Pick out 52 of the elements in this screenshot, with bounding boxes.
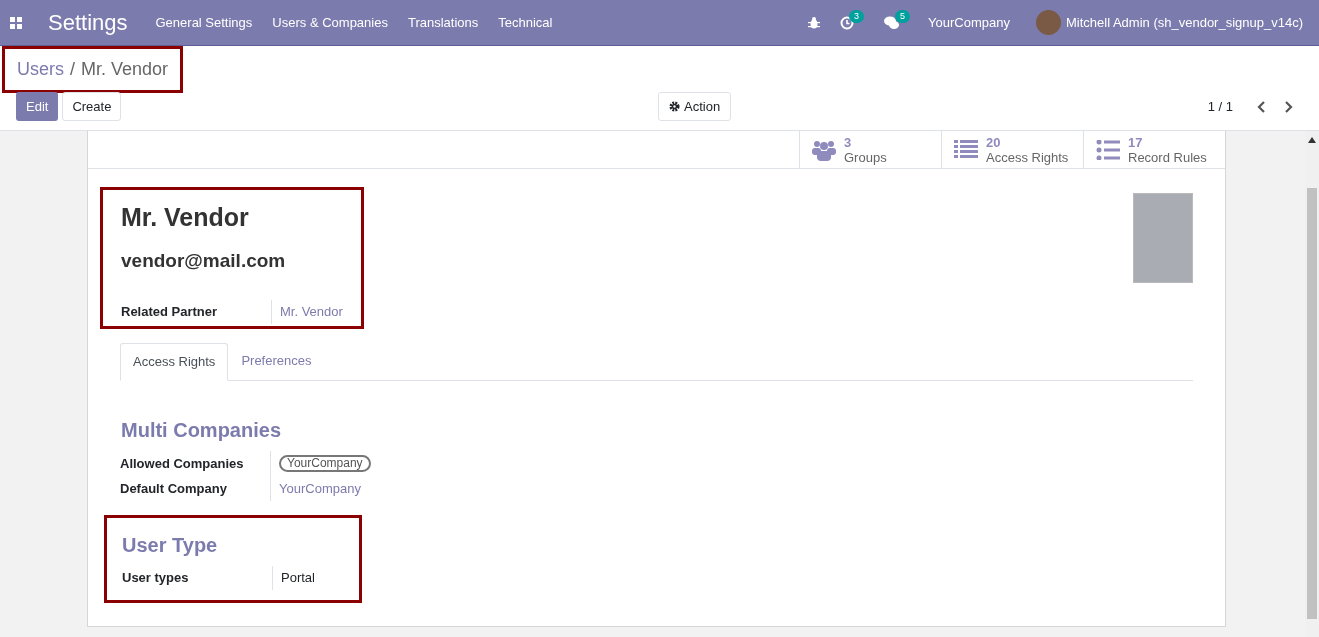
tab[interactable]: Access Rights: [120, 343, 229, 381]
breadcrumb-current: Mr. Vendor: [81, 58, 169, 81]
field-label: Allowed Companies: [120, 454, 245, 473]
edit-button[interactable]: Edit: [16, 92, 59, 121]
apps-menu-icon[interactable]: [10, 16, 22, 29]
smart-button-label: Access Rights: [986, 149, 1069, 165]
smart-button[interactable]: 17 Record Rules: [1083, 131, 1225, 168]
chat-icon[interactable]: [884, 15, 901, 30]
smart-button-label: Groups: [844, 149, 887, 165]
user-name: Mr. Vendor: [121, 202, 250, 233]
breadcrumb-separator: /: [70, 58, 76, 81]
field-label: Related Partner: [121, 303, 219, 322]
scrollbar-thumb[interactable]: [1307, 188, 1317, 619]
related-partner-link[interactable]: Mr. Vendor: [271, 300, 343, 324]
menu-item[interactable]: Technical: [488, 12, 563, 33]
company-tag[interactable]: YourCompany: [279, 454, 371, 472]
message-count-badge: 5: [895, 9, 911, 23]
activity-count-badge: 3: [849, 9, 865, 23]
section-title: User Type: [122, 532, 219, 558]
default-company-link[interactable]: YourCompany: [279, 475, 371, 501]
user-email: vendor@mail.com: [121, 248, 287, 273]
action-button[interactable]: Action: [658, 92, 732, 121]
avatar: [1036, 10, 1061, 35]
field-label: Default Company: [120, 479, 228, 498]
company-switcher[interactable]: YourCompany: [928, 12, 1010, 33]
menu-item[interactable]: Users & Companies: [262, 12, 398, 33]
field-label: User types: [122, 568, 190, 587]
smart-button-count: 3: [844, 134, 853, 150]
list-icon: [954, 139, 978, 160]
pager-value: 1 / 1: [1207, 97, 1233, 116]
list-icon: [1096, 139, 1120, 160]
user-type-value: Portal: [272, 565, 315, 590]
smart-button-label: Record Rules: [1128, 149, 1207, 165]
smart-button[interactable]: 20 Access Rights: [941, 131, 1083, 168]
gear-icon: [669, 101, 680, 112]
scroll-up-icon[interactable]: [1308, 137, 1316, 143]
chevron-right-icon[interactable]: [1284, 100, 1293, 113]
breadcrumb-link[interactable]: Users: [17, 56, 64, 83]
menu-item[interactable]: General Settings: [145, 12, 263, 33]
app-title[interactable]: Settings: [48, 6, 128, 39]
chevron-left-icon[interactable]: [1257, 100, 1266, 113]
users-icon: [812, 138, 836, 161]
clock-icon[interactable]: [840, 15, 855, 30]
menu-item[interactable]: Translations: [397, 12, 489, 33]
section-title: Multi Companies: [121, 417, 282, 443]
smart-button-count: 20: [986, 134, 1002, 150]
bug-icon[interactable]: [808, 16, 821, 29]
smart-button[interactable]: 3 Groups: [799, 131, 941, 168]
smart-button-count: 17: [1128, 134, 1144, 150]
user-menu[interactable]: Mitchell Admin (sh_vendor_signup_v14c): [1066, 12, 1303, 33]
create-button[interactable]: Create: [62, 92, 122, 121]
tab[interactable]: Preferences: [228, 343, 325, 380]
